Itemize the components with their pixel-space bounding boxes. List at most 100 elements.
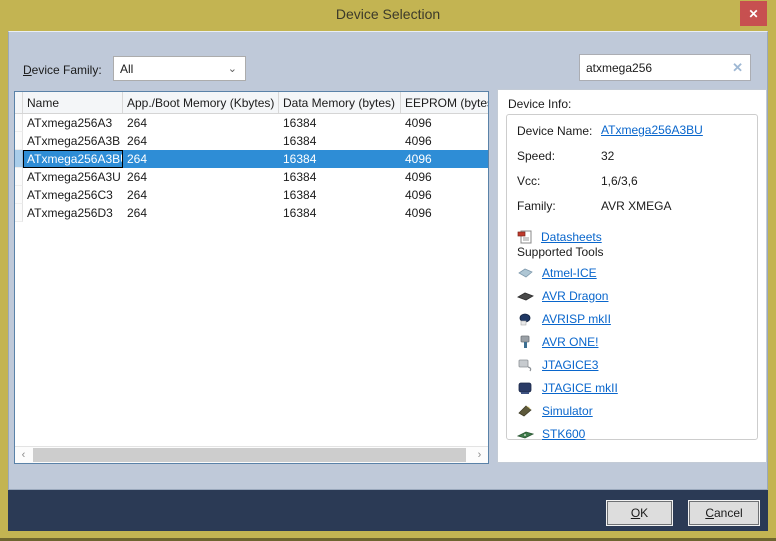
cancel-button[interactable]: Cancel <box>689 501 759 525</box>
table-row[interactable]: ATxmega256A3B 264 16384 4096 <box>15 132 488 150</box>
avr-one-icon <box>517 335 534 349</box>
tool-link-avr-dragon[interactable]: AVR Dragon <box>542 289 608 303</box>
cell-eeprom: 4096 <box>401 132 488 150</box>
pdf-icon <box>517 230 534 244</box>
title-bar: Device Selection ✕ <box>0 0 776 31</box>
jtagice-mkii-icon <box>517 381 534 395</box>
table-row-selected[interactable]: ATxmega256A3BU 264 16384 4096 <box>15 150 488 168</box>
device-table: Name App./Boot Memory (Kbytes) Data Memo… <box>14 91 489 464</box>
speed-value: 32 <box>601 148 614 163</box>
cell-name: ATxmega256A3B <box>23 132 123 150</box>
cell-data-memory: 16384 <box>279 114 401 132</box>
family-label: Family: <box>517 198 601 213</box>
family-value: AVR XMEGA <box>601 198 671 213</box>
device-search-box: ✕ <box>579 54 751 81</box>
vcc-value: 1,6/3,6 <box>601 173 638 188</box>
tool-link-jtagice-mkii[interactable]: JTAGICE mkII <box>542 381 618 395</box>
column-header-name[interactable]: Name <box>23 92 123 113</box>
row-indicator <box>15 168 23 186</box>
datasheets-row: Datasheets <box>517 227 747 247</box>
row-indicator-header <box>15 92 23 113</box>
cell-eeprom: 4096 <box>401 114 488 132</box>
column-header-data-memory[interactable]: Data Memory (bytes) <box>279 92 401 113</box>
ok-button[interactable]: OK <box>607 501 672 525</box>
chevron-down-icon: ⌄ <box>228 62 237 75</box>
row-indicator <box>15 186 23 204</box>
avrisp-mkii-icon <box>517 312 534 326</box>
content-panel: Device Family: All ⌄ ✕ Name App./Boot Me… <box>8 31 768 490</box>
table-row[interactable]: ATxmega256D3 264 16384 4096 <box>15 204 488 222</box>
device-selection-dialog: Device Selection ✕ Device Family: All ⌄ … <box>0 0 776 541</box>
row-indicator <box>15 132 23 150</box>
device-info-fields: Device Name: ATxmega256A3BU Speed: 32 Vc… <box>517 123 747 247</box>
cell-eeprom: 4096 <box>401 150 488 168</box>
scrollbar-thumb[interactable] <box>33 448 466 462</box>
scroll-left-icon[interactable]: ‹ <box>15 447 32 463</box>
speed-label: Speed: <box>517 148 601 163</box>
tool-link-stk600[interactable]: STK600 <box>542 427 585 441</box>
row-indicator <box>15 114 23 132</box>
close-button[interactable]: ✕ <box>740 1 767 26</box>
tool-row-simulator: Simulator <box>517 403 618 418</box>
avr-dragon-icon <box>517 289 534 303</box>
cell-eeprom: 4096 <box>401 186 488 204</box>
horizontal-scrollbar[interactable]: ‹ › <box>15 446 488 463</box>
dialog-title: Device Selection <box>0 6 776 22</box>
cell-name: ATxmega256A3 <box>23 114 123 132</box>
cell-boot-memory: 264 <box>123 150 279 168</box>
cell-name: ATxmega256A3BU <box>23 150 123 168</box>
field-family: Family: AVR XMEGA <box>517 198 747 223</box>
cell-boot-memory: 264 <box>123 168 279 186</box>
search-input[interactable] <box>586 56 726 79</box>
tool-row-avr-dragon: AVR Dragon <box>517 288 618 303</box>
device-info-title: Device Info: <box>508 97 571 111</box>
cell-name: ATxmega256C3 <box>23 186 123 204</box>
jtagice3-icon <box>517 358 534 372</box>
table-row[interactable]: ATxmega256A3 264 16384 4096 <box>15 114 488 132</box>
cell-data-memory: 16384 <box>279 186 401 204</box>
cell-data-memory: 16384 <box>279 204 401 222</box>
device-family-dropdown[interactable]: All ⌄ <box>113 56 246 81</box>
device-name-label: Device Name: <box>517 123 601 138</box>
table-row[interactable]: ATxmega256C3 264 16384 4096 <box>15 186 488 204</box>
row-indicator <box>15 150 23 168</box>
cell-boot-memory: 264 <box>123 186 279 204</box>
device-name-link[interactable]: ATxmega256A3BU <box>601 123 703 137</box>
field-device-name: Device Name: ATxmega256A3BU <box>517 123 747 148</box>
cell-eeprom: 4096 <box>401 204 488 222</box>
tool-row-atmel-ice: Atmel-ICE <box>517 265 618 280</box>
cell-name: ATxmega256D3 <box>23 204 123 222</box>
tool-row-avr-one: AVR ONE! <box>517 334 618 349</box>
column-header-eeprom[interactable]: EEPROM (bytes) <box>401 92 488 113</box>
tool-link-avr-one[interactable]: AVR ONE! <box>542 335 598 349</box>
field-vcc: Vcc: 1,6/3,6 <box>517 173 747 198</box>
cell-data-memory: 16384 <box>279 150 401 168</box>
simulator-icon <box>517 404 534 418</box>
atmel-ice-icon <box>517 266 534 280</box>
table-row[interactable]: ATxmega256A3U 264 16384 4096 <box>15 168 488 186</box>
device-family-label: Device Family: <box>23 63 102 77</box>
clear-search-icon[interactable]: ✕ <box>732 60 743 76</box>
cell-eeprom: 4096 <box>401 168 488 186</box>
datasheets-link[interactable]: Datasheets <box>541 230 602 244</box>
device-info-box: Device Name: ATxmega256A3BU Speed: 32 Vc… <box>506 114 758 440</box>
tool-link-jtagice3[interactable]: JTAGICE3 <box>542 358 598 372</box>
cell-boot-memory: 264 <box>123 204 279 222</box>
row-indicator <box>15 204 23 222</box>
tool-row-jtagice-mkii: JTAGICE mkII <box>517 380 618 395</box>
tool-link-atmel-ice[interactable]: Atmel-ICE <box>542 266 597 280</box>
vcc-label: Vcc: <box>517 173 601 188</box>
tool-link-avrisp-mkii[interactable]: AVRISP mkII <box>542 312 611 326</box>
supported-tools-list: Atmel-ICE AVR Dragon AVRISP mkII <box>517 265 618 441</box>
table-header: Name App./Boot Memory (Kbytes) Data Memo… <box>15 92 488 114</box>
cell-name: ATxmega256A3U <box>23 168 123 186</box>
cell-data-memory: 16384 <box>279 168 401 186</box>
device-info-panel: Device Info: Device Name: ATxmega256A3BU… <box>497 89 767 463</box>
scroll-right-icon[interactable]: › <box>471 447 488 463</box>
close-icon: ✕ <box>748 7 758 21</box>
tool-row-avrisp-mkii: AVRISP mkII <box>517 311 618 326</box>
field-speed: Speed: 32 <box>517 148 747 173</box>
tool-link-simulator[interactable]: Simulator <box>542 404 593 418</box>
column-header-boot-memory[interactable]: App./Boot Memory (Kbytes) <box>123 92 279 113</box>
cell-data-memory: 16384 <box>279 132 401 150</box>
